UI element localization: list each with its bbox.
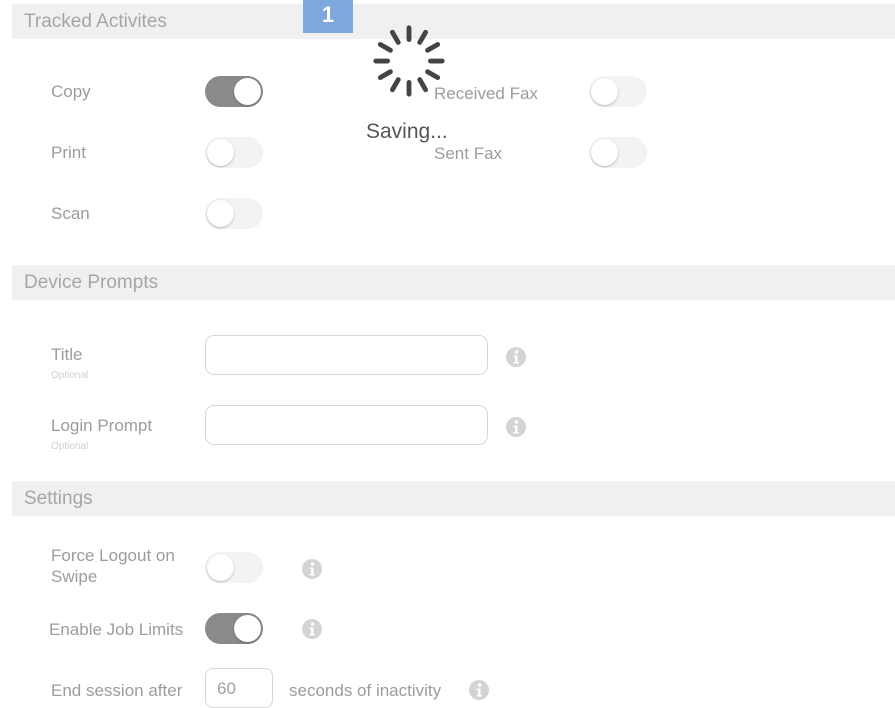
scan-label: Scan xyxy=(51,204,90,223)
copy-label: Copy xyxy=(51,82,91,101)
end-session-suffix-label: seconds of inactivity xyxy=(289,681,442,700)
force-logout-label-line1: Force Logout on xyxy=(51,546,175,565)
info-circle-icon[interactable] xyxy=(506,417,526,437)
step-badge: 1 xyxy=(303,0,353,33)
info-circle-icon[interactable] xyxy=(506,347,526,367)
section-header-settings: Settings xyxy=(12,481,895,516)
spinner-icon xyxy=(373,25,445,97)
title-prompt-optional-hint: Optional xyxy=(51,370,89,381)
received-fax-toggle[interactable] xyxy=(589,76,647,107)
job-limits-toggle[interactable] xyxy=(205,613,263,644)
print-label: Print xyxy=(51,143,86,162)
login-prompt-input[interactable] xyxy=(205,405,488,445)
title-prompt-input[interactable] xyxy=(205,335,488,375)
end-session-prefix-label: End session after xyxy=(51,681,183,700)
force-logout-toggle[interactable] xyxy=(205,552,263,583)
info-circle-icon[interactable] xyxy=(469,680,489,700)
copy-toggle[interactable] xyxy=(205,76,263,107)
section-header-device-prompts: Device Prompts xyxy=(12,265,895,300)
received-fax-label: Received Fax xyxy=(434,84,538,103)
force-logout-label-line2: Swipe xyxy=(51,567,98,586)
inactivity-seconds-input[interactable]: 60 xyxy=(205,668,273,708)
scan-toggle[interactable] xyxy=(205,198,263,229)
login-prompt-label: Login Prompt xyxy=(51,416,153,435)
login-prompt-optional-hint: Optional xyxy=(51,441,89,452)
saving-status-text: Saving... xyxy=(366,120,448,143)
job-limits-label: Enable Job Limits xyxy=(49,620,184,639)
print-toggle[interactable] xyxy=(205,137,263,168)
sent-fax-label: Sent Fax xyxy=(434,144,503,163)
title-prompt-label: Title xyxy=(51,345,83,364)
info-circle-icon[interactable] xyxy=(302,559,322,579)
sent-fax-toggle[interactable] xyxy=(589,137,647,168)
section-header-tracked-activities: Tracked Activites xyxy=(12,4,895,39)
info-circle-icon[interactable] xyxy=(302,619,322,639)
